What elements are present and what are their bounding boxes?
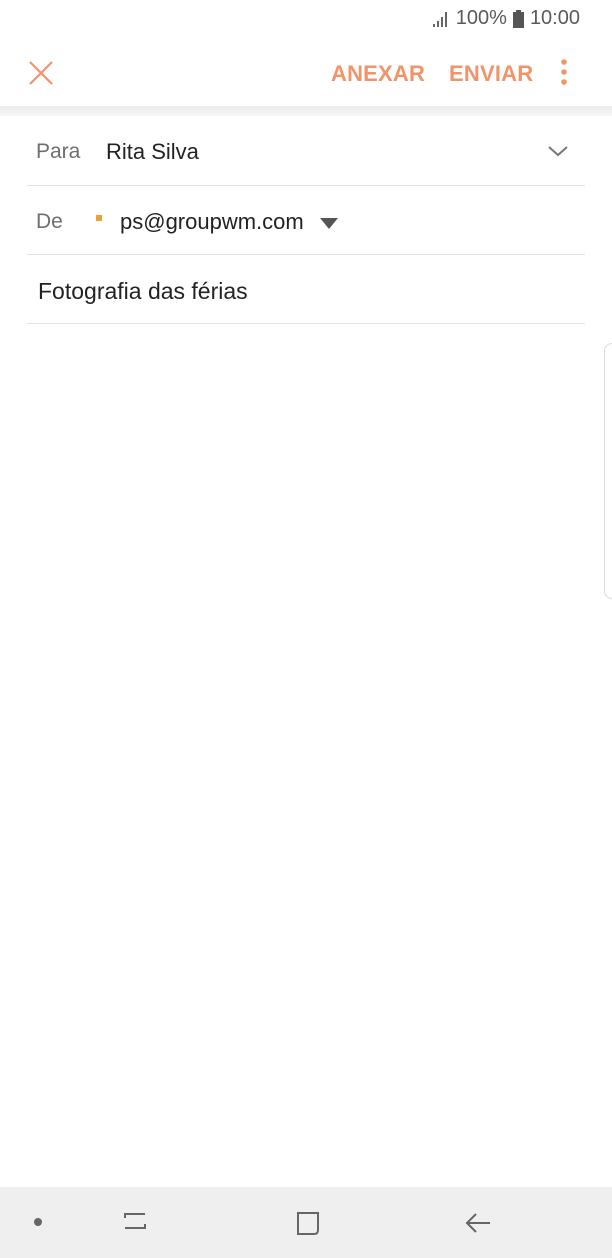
battery-percentage: 100% (455, 7, 507, 29)
signal-icon (432, 11, 447, 27)
more-vertical-icon[interactable] (556, 58, 572, 88)
home-icon[interactable] (293, 1208, 323, 1238)
account-color-indicator (96, 215, 102, 221)
battery-icon (512, 9, 524, 28)
chevron-down-icon[interactable] (545, 141, 571, 161)
from-label: De (36, 210, 63, 233)
subject-input[interactable]: Fotografia das férias (38, 278, 248, 305)
back-icon[interactable] (463, 1208, 493, 1238)
close-icon[interactable] (26, 58, 56, 88)
attach-button[interactable]: ANEXAR (331, 61, 425, 87)
navigation-bar (0, 1187, 612, 1258)
subject-field-row[interactable]: Fotografia das férias (27, 255, 585, 324)
clock: 10:00 (529, 7, 580, 29)
send-button[interactable]: ENVIAR (449, 61, 533, 87)
indicator-dot-icon (34, 1218, 42, 1226)
status-indicators: 100% 10:00 (432, 7, 580, 30)
message-body-editor[interactable] (27, 324, 585, 1184)
status-bar: 100% 10:00 (0, 0, 612, 38)
recent-apps-icon[interactable] (120, 1208, 150, 1238)
caret-down-icon[interactable] (319, 216, 339, 230)
to-recipient[interactable]: Rita Silva (106, 139, 199, 165)
toolbar-divider (0, 106, 612, 116)
compose-toolbar: ANEXAR ENVIAR (0, 38, 612, 106)
to-field-row[interactable]: Para Rita Silva (27, 116, 585, 186)
from-account[interactable]: ps@groupwm.com (120, 209, 304, 235)
from-field-row[interactable]: De ps@groupwm.com (27, 186, 585, 255)
edge-panel-handle[interactable] (604, 343, 612, 599)
to-label: Para (36, 140, 81, 163)
